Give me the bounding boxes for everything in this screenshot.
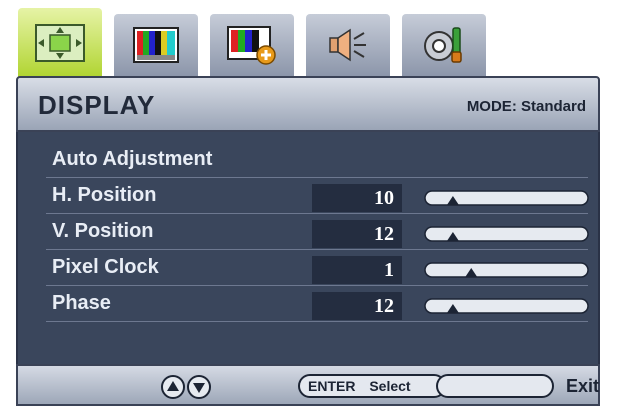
menu-item-h-position[interactable]: H. Position 10 <box>46 178 589 214</box>
value-box: 10 <box>312 184 402 212</box>
up-arrow-icon[interactable] <box>161 375 185 399</box>
speaker-icon <box>329 28 366 62</box>
tab-display[interactable] <box>16 6 104 78</box>
menu-item-pixel-clock[interactable]: Pixel Clock 1 <box>46 250 589 286</box>
menu-header: DISPLAY MODE: Standard <box>16 76 600 132</box>
navigation-buttons <box>160 374 224 405</box>
menu-item-v-position[interactable]: V. Position 12 <box>46 214 589 250</box>
tab-picture[interactable] <box>112 12 200 76</box>
menu-item-label: Pixel Clock <box>52 256 159 278</box>
menu-item-label: V. Position <box>52 220 154 242</box>
tab-picture-advanced[interactable] <box>208 12 296 76</box>
h-position-slider[interactable] <box>424 188 589 208</box>
exit-label: Exit <box>566 376 600 396</box>
enter-label: ENTER <box>308 378 356 394</box>
value-box: 12 <box>312 292 402 320</box>
phase-slider[interactable] <box>424 296 589 316</box>
v-position-slider[interactable] <box>424 224 589 244</box>
position-arrows-icon <box>35 24 85 62</box>
menu-item-auto-adjustment[interactable]: Auto Adjustment <box>46 142 588 178</box>
value-box: 12 <box>312 220 402 248</box>
menu-item-phase[interactable]: Phase 12 <box>46 286 589 322</box>
menu-item-label: Auto Adjustment <box>52 148 213 170</box>
select-label: Select <box>369 378 411 394</box>
menu-key[interactable] <box>436 374 554 398</box>
key-guide: ENTER Select Exit <box>16 364 600 406</box>
row-divider <box>46 321 588 322</box>
down-arrow-icon[interactable] <box>187 375 211 399</box>
menu-item-label: H. Position <box>52 184 157 206</box>
osd-menu: DISPLAY MODE: Standard Auto Adjustment H… <box>8 4 608 406</box>
menu-item-label: Phase <box>52 292 111 314</box>
pixel-clock-slider[interactable] <box>424 260 589 280</box>
value-box: 1 <box>312 256 402 284</box>
color-bars-plus-icon <box>227 26 276 65</box>
value-text: 12 <box>374 295 394 317</box>
tab-system[interactable] <box>400 12 488 76</box>
mode-label: MODE: Standard <box>466 98 586 115</box>
enter-key[interactable]: ENTER Select <box>298 374 446 398</box>
value-text: 1 <box>384 259 394 281</box>
tab-audio[interactable] <box>304 12 392 76</box>
gear-wrench-icon <box>424 27 462 63</box>
menu-list: Auto Adjustment H. Position 10 V. Positi… <box>16 132 600 364</box>
color-bars-icon <box>133 27 179 63</box>
page-title: DISPLAY <box>38 90 156 120</box>
tab-bar <box>16 4 600 78</box>
value-text: 12 <box>374 223 394 245</box>
value-text: 10 <box>374 187 394 209</box>
